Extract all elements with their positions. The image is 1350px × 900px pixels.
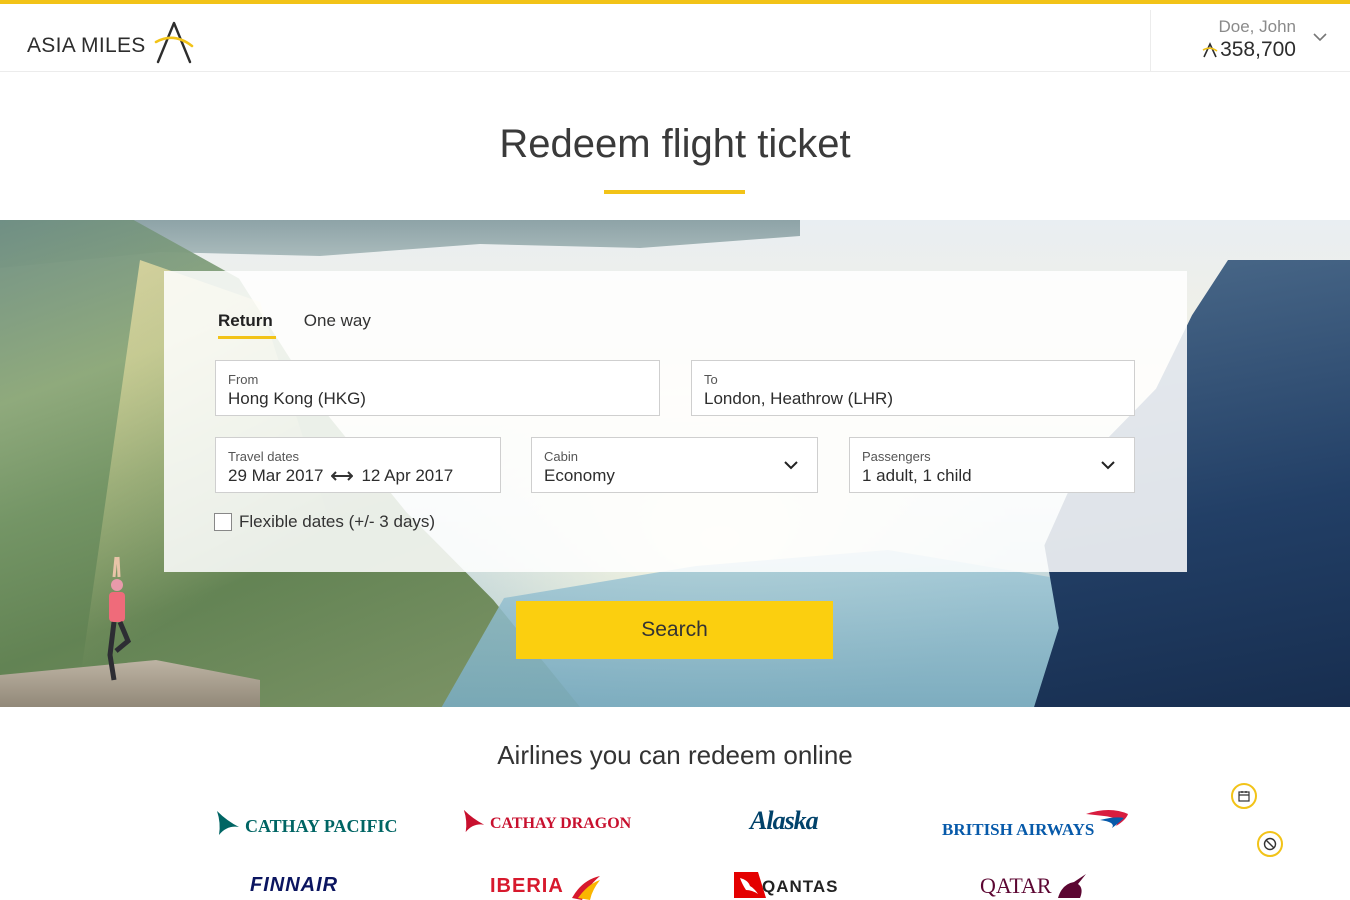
return-date: 12 Apr 2017 <box>361 466 454 485</box>
airline-cathay-dragon[interactable]: CATHAY DRAGON <box>462 808 631 834</box>
airline-cathay-pacific[interactable]: CATHAY PACIFIC <box>215 808 398 837</box>
no-entry-glyph-icon <box>1263 837 1277 851</box>
cathay-dragon-brushwing-icon <box>463 809 485 833</box>
trip-type-tabs: Return One way <box>218 311 371 339</box>
chevron-down-icon <box>784 461 798 470</box>
flight-search-panel: Return One way From Hong Kong (HKG) To L… <box>164 271 1187 572</box>
passengers-select[interactable]: Passengers 1 adult, 1 child <box>849 437 1135 493</box>
logo-text: ASIA MILES <box>27 34 146 57</box>
from-value: Hong Kong (HKG) <box>228 389 366 408</box>
british-airways-speedmarque-icon <box>1086 810 1129 828</box>
passengers-value: 1 adult, 1 child <box>862 466 972 485</box>
cathay-pacific-brushwing-icon <box>217 810 239 835</box>
calendar-glyph-icon <box>1238 791 1250 802</box>
airline-finnair[interactable]: FINNAIR <box>250 874 338 897</box>
cabin-label: Cabin <box>544 449 578 464</box>
airline-name: IBERIA <box>490 874 564 897</box>
miles-value: 358,700 <box>1220 38 1296 61</box>
search-button[interactable]: Search <box>516 601 833 659</box>
passengers-label: Passengers <box>862 449 931 464</box>
flexible-dates-label: Flexible dates (+/- 3 days) <box>239 512 436 531</box>
airline-qatar[interactable]: QATAR <box>980 872 1090 900</box>
block-icon[interactable] <box>1257 831 1283 857</box>
from-field[interactable]: From Hong Kong (HKG) <box>215 360 660 416</box>
airline-name: Alaska <box>750 806 819 835</box>
airline-name: QATAR <box>980 873 1052 898</box>
travel-dates-label: Travel dates <box>228 449 300 464</box>
airline-name: CATHAY DRAGON <box>490 815 632 832</box>
flexible-dates-checkbox[interactable] <box>214 513 232 531</box>
yoga-person-figure <box>107 556 132 681</box>
site-header: ASIA MILES Doe, John 358,700 <box>0 4 1350 72</box>
asia-miles-logo[interactable]: ASIA MILES <box>27 14 194 64</box>
airline-name: QANTAS <box>762 877 839 896</box>
airline-alaska[interactable]: Alaska <box>750 806 819 836</box>
travel-dates-field[interactable]: Travel dates 29 Mar 2017 12 Apr 2017 <box>215 437 501 493</box>
airlines-section-title: Airlines you can redeem online <box>497 740 853 770</box>
airline-british-airways[interactable]: BRITISH AIRWAYS <box>942 806 1130 840</box>
cabin-select[interactable]: Cabin Economy <box>531 437 818 493</box>
chevron-down-icon <box>1101 461 1115 470</box>
from-label: From <box>228 372 259 387</box>
to-field[interactable]: To London, Heathrow (LHR) <box>691 360 1135 416</box>
tab-one-way[interactable]: One way <box>304 311 371 339</box>
airline-qantas[interactable]: QANTAS <box>734 872 839 898</box>
account-menu[interactable]: Doe, John 358,700 <box>1150 10 1350 72</box>
depart-date: 29 Mar 2017 <box>228 466 324 485</box>
to-label: To <box>704 372 718 387</box>
chevron-down-icon[interactable] <box>1312 31 1328 43</box>
flexible-dates-option[interactable]: Flexible dates (+/- 3 days) <box>214 512 435 532</box>
airline-name: CATHAY PACIFIC <box>245 816 398 836</box>
title-underline <box>604 190 745 194</box>
asia-miles-a-icon <box>1202 42 1218 58</box>
cabin-value: Economy <box>544 466 615 485</box>
calendar-icon[interactable] <box>1231 783 1257 809</box>
page-title: Redeem flight ticket <box>499 122 851 166</box>
airline-name: BRITISH AIRWAYS <box>942 820 1095 839</box>
round-trip-arrow-icon <box>331 471 354 481</box>
tab-return[interactable]: Return <box>218 311 276 339</box>
qatar-oryx-icon <box>1057 874 1086 898</box>
airline-name: FINNAIR <box>250 874 339 896</box>
asia-miles-a-mark-icon <box>154 21 193 64</box>
account-miles-balance: 358,700 <box>1202 38 1296 62</box>
travel-dates-value: 29 Mar 2017 12 Apr 2017 <box>228 466 488 486</box>
account-name: Doe, John <box>1218 17 1297 36</box>
airline-iberia[interactable]: IBERIA <box>490 872 602 900</box>
to-value: London, Heathrow (LHR) <box>704 389 893 408</box>
iberia-wing-icon <box>571 876 600 900</box>
